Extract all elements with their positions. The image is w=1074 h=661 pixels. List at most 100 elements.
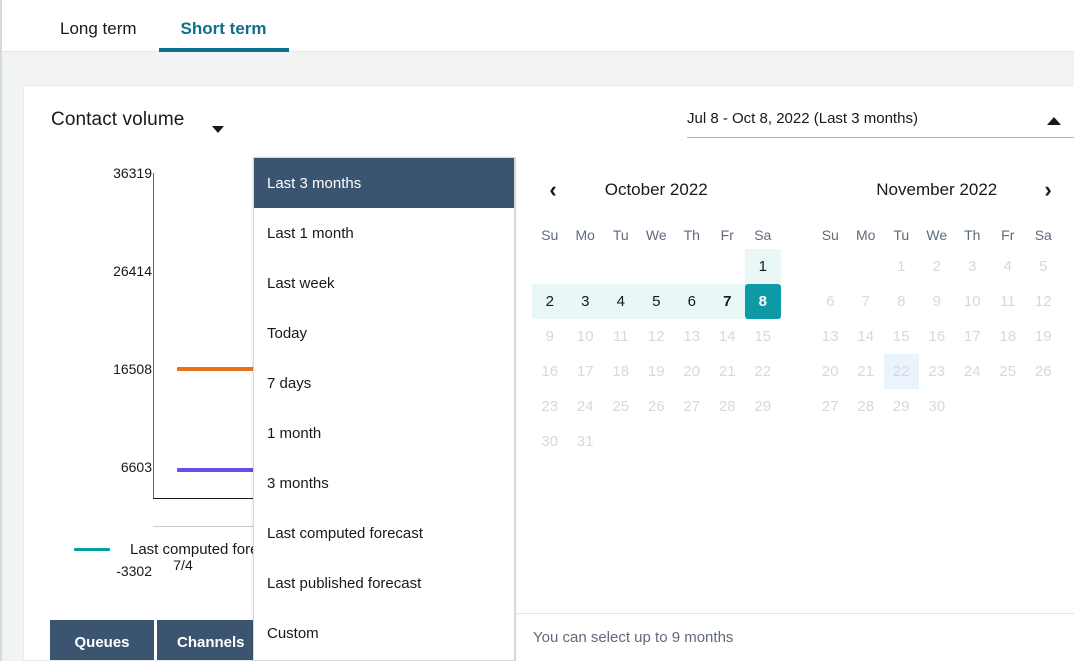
- dropdown-item-label: Custom: [267, 624, 319, 642]
- dropdown-item-1-month[interactable]: 1 month: [254, 408, 514, 458]
- calendar-day-blank: [710, 249, 746, 284]
- dropdown-item-custom[interactable]: Custom: [254, 608, 514, 658]
- calendar-day: 24: [963, 363, 981, 380]
- calendar-weekday: We: [926, 227, 948, 243]
- dropdown-item-last-week[interactable]: Last week: [254, 258, 514, 308]
- calendar-day-blank: [813, 249, 849, 284]
- calendar-day-blank: [568, 249, 604, 284]
- date-range-value: Jul 8 - Oct 8, 2022 (Last 3 months): [687, 110, 918, 127]
- calendar-day[interactable]: 1: [745, 249, 781, 284]
- dropdown-item-label: Today: [267, 324, 308, 342]
- y-tick: -3302: [116, 563, 152, 579]
- calendar-day: 21: [857, 363, 875, 380]
- calendar-day: 11: [999, 293, 1016, 310]
- x-tick: 7/4: [173, 557, 193, 573]
- calendar-day: 9: [545, 328, 554, 345]
- calendar-day[interactable]: 6: [674, 284, 710, 319]
- dropdown-item-7-days[interactable]: 7 days: [254, 358, 514, 408]
- calendar-day[interactable]: 3: [567, 284, 603, 319]
- dropdown-item-3-months[interactable]: 3 months: [254, 458, 514, 508]
- subtab-queues-label: Queues: [74, 634, 130, 651]
- calendar-day: 17: [963, 328, 981, 345]
- calendar-weekday: Th: [683, 227, 700, 243]
- subtab-channels-label: Channels: [177, 634, 245, 651]
- calendar-weekday-header: Su Mo Tu We Th Fr Sa: [813, 221, 1062, 249]
- calendar-weekday: Fr: [1001, 227, 1015, 243]
- calendar-weekday: Fr: [720, 227, 734, 243]
- calendar-day: 18: [999, 328, 1017, 345]
- calendar-day: 22: [754, 363, 772, 380]
- dropdown-item-label: Last 1 month: [267, 224, 354, 242]
- calendar-day[interactable]: 4: [603, 284, 639, 319]
- date-range-calendar-panel: ‹ October 2022 Su Mo Tu We Th Fr Sa 1 2 3 4 5 6 7 8 9 10 11…: [515, 157, 1074, 661]
- calendar-day-blank: [603, 249, 639, 284]
- calendar-day: 27: [683, 398, 701, 415]
- calendar-day: 9: [932, 293, 941, 310]
- subtab-channels[interactable]: Channels: [157, 620, 265, 660]
- calendar-day[interactable]: 8: [745, 284, 781, 319]
- calendar-weekday: Su: [821, 227, 839, 243]
- calendar-day: 21: [718, 363, 736, 380]
- y-tick: 26414: [113, 263, 152, 279]
- calendar-day[interactable]: 5: [638, 284, 674, 319]
- calendar-months: ‹ October 2022 Su Mo Tu We Th Fr Sa 1 2 3 4 5 6 7 8 9 10 11…: [516, 157, 1074, 613]
- calendar-day: 13: [821, 328, 839, 345]
- app-page: Long term Short term Contact volume Jul …: [0, 0, 1074, 661]
- calendar-day: 30: [541, 433, 559, 450]
- calendar-day: 2: [932, 258, 941, 275]
- chart-subtabs: Queues Channels: [50, 620, 265, 660]
- calendar-day: 20: [683, 363, 701, 380]
- calendar-day-blank: [848, 249, 884, 284]
- calendar-day-grid: 1 2 3 4 5 6 7 8 9 10 11 12 13 14 15 16 17 18 19 20 21 22 23 24 2…: [813, 249, 1062, 424]
- calendar-day: 12: [647, 328, 665, 345]
- chevron-left-icon[interactable]: ‹: [540, 177, 566, 203]
- tab-short-term[interactable]: Short term: [158, 19, 289, 52]
- date-range-preset-dropdown[interactable]: Last 3 months Last 1 month Last week Today 7…: [253, 157, 515, 661]
- calendar-footer-note: You can select up to 9 months: [533, 629, 734, 646]
- dropdown-item-last-1-month[interactable]: Last 1 month: [254, 208, 514, 258]
- calendar-day: 8: [897, 293, 906, 310]
- dropdown-item-last-computed-forecast[interactable]: Last computed forecast: [254, 508, 514, 558]
- calendar-day: 29: [892, 398, 910, 415]
- chevron-up-icon[interactable]: [1047, 117, 1061, 125]
- calendar-weekday: Mo: [575, 227, 595, 243]
- calendar-day: 1: [897, 258, 906, 275]
- dropdown-item-label: 3 months: [267, 474, 329, 492]
- chevron-down-icon[interactable]: [212, 126, 224, 133]
- calendar-weekday: Tu: [612, 227, 629, 243]
- calendar-month-title: October 2022: [604, 180, 708, 199]
- calendar-day: 15: [892, 328, 910, 345]
- calendar-day: 22: [883, 354, 919, 389]
- calendar-day-grid: 1 2 3 4 5 6 7 8 9 10 11 12 13 14 15 16 17 18 19 20 21 22 23 24 2…: [532, 249, 781, 459]
- y-tick: 6603: [120, 459, 152, 475]
- calendar-day: 14: [718, 328, 736, 345]
- calendar-day: 10: [576, 328, 594, 345]
- calendar-day: 17: [576, 363, 594, 380]
- date-range-field[interactable]: Jul 8 - Oct 8, 2022 (Last 3 months): [687, 106, 1074, 138]
- subtab-queues[interactable]: Queues: [50, 620, 154, 660]
- calendar-day: 13: [683, 328, 701, 345]
- calendar-day: 30: [928, 398, 946, 415]
- dropdown-item-last-published-forecast[interactable]: Last published forecast: [254, 558, 514, 608]
- tab-long-term[interactable]: Long term: [38, 20, 159, 51]
- chevron-right-icon[interactable]: ›: [1035, 177, 1061, 203]
- calendar-day: 27: [821, 398, 839, 415]
- calendar-weekday-header: Su Mo Tu We Th Fr Sa: [532, 221, 781, 249]
- calendar-day: 15: [754, 328, 772, 345]
- calendar-day: 25: [612, 398, 630, 415]
- calendar-day: 26: [647, 398, 665, 415]
- dropdown-item-label: Last computed forecast: [267, 524, 423, 542]
- calendar-day: 26: [1034, 363, 1052, 380]
- tab-long-term-label: Long term: [60, 19, 137, 38]
- calendar-day[interactable]: 7: [709, 284, 745, 319]
- calendar-day[interactable]: 2: [532, 284, 568, 319]
- tab-short-term-label: Short term: [180, 19, 267, 38]
- calendar-day: 28: [718, 398, 736, 415]
- calendar-day: 7: [861, 293, 870, 310]
- calendar-day: 6: [826, 293, 835, 310]
- calendar-month-title: November 2022: [876, 180, 998, 199]
- dropdown-item-label: Last 3 months: [267, 174, 362, 192]
- calendar-weekday: Su: [541, 227, 559, 243]
- dropdown-item-today[interactable]: Today: [254, 308, 514, 358]
- dropdown-item-last-3-months[interactable]: Last 3 months: [254, 158, 514, 208]
